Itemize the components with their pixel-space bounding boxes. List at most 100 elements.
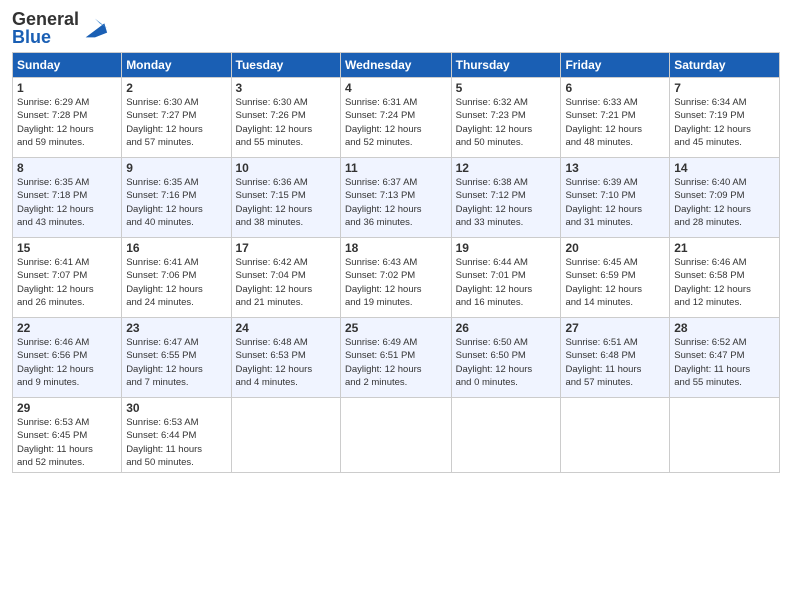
day-info: Sunrise: 6:30 AMSunset: 7:27 PMDaylight:…	[126, 96, 226, 149]
day-number: 21	[674, 241, 775, 255]
day-info: Sunrise: 6:39 AMSunset: 7:10 PMDaylight:…	[565, 176, 665, 229]
day-info: Sunrise: 6:31 AMSunset: 7:24 PMDaylight:…	[345, 96, 447, 149]
calendar-cell: 23Sunrise: 6:47 AMSunset: 6:55 PMDayligh…	[122, 318, 231, 398]
day-number: 16	[126, 241, 226, 255]
calendar-cell: 25Sunrise: 6:49 AMSunset: 6:51 PMDayligh…	[340, 318, 451, 398]
day-number: 17	[236, 241, 336, 255]
day-number: 29	[17, 401, 117, 415]
day-number: 18	[345, 241, 447, 255]
day-number: 23	[126, 321, 226, 335]
day-info: Sunrise: 6:36 AMSunset: 7:15 PMDaylight:…	[236, 176, 336, 229]
day-number: 22	[17, 321, 117, 335]
day-number: 9	[126, 161, 226, 175]
day-number: 15	[17, 241, 117, 255]
day-number: 27	[565, 321, 665, 335]
calendar-cell	[670, 398, 780, 473]
day-info: Sunrise: 6:52 AMSunset: 6:47 PMDaylight:…	[674, 336, 775, 389]
calendar-day-header: Thursday	[451, 53, 561, 78]
day-info: Sunrise: 6:32 AMSunset: 7:23 PMDaylight:…	[456, 96, 557, 149]
calendar-cell: 19Sunrise: 6:44 AMSunset: 7:01 PMDayligh…	[451, 238, 561, 318]
day-info: Sunrise: 6:46 AMSunset: 6:58 PMDaylight:…	[674, 256, 775, 309]
calendar-day-header: Sunday	[13, 53, 122, 78]
main-container: GeneralBlue SundayMondayTuesdayWednesday…	[0, 0, 792, 481]
day-number: 6	[565, 81, 665, 95]
day-info: Sunrise: 6:34 AMSunset: 7:19 PMDaylight:…	[674, 96, 775, 149]
calendar-day-header: Tuesday	[231, 53, 340, 78]
day-info: Sunrise: 6:49 AMSunset: 6:51 PMDaylight:…	[345, 336, 447, 389]
calendar-cell	[451, 398, 561, 473]
day-info: Sunrise: 6:35 AMSunset: 7:18 PMDaylight:…	[17, 176, 117, 229]
calendar-day-header: Monday	[122, 53, 231, 78]
day-info: Sunrise: 6:53 AMSunset: 6:44 PMDaylight:…	[126, 416, 226, 469]
calendar-table: SundayMondayTuesdayWednesdayThursdayFrid…	[12, 52, 780, 473]
day-number: 2	[126, 81, 226, 95]
day-info: Sunrise: 6:50 AMSunset: 6:50 PMDaylight:…	[456, 336, 557, 389]
calendar-cell: 20Sunrise: 6:45 AMSunset: 6:59 PMDayligh…	[561, 238, 670, 318]
calendar-cell: 5Sunrise: 6:32 AMSunset: 7:23 PMDaylight…	[451, 78, 561, 158]
calendar-cell: 24Sunrise: 6:48 AMSunset: 6:53 PMDayligh…	[231, 318, 340, 398]
day-info: Sunrise: 6:30 AMSunset: 7:26 PMDaylight:…	[236, 96, 336, 149]
day-number: 30	[126, 401, 226, 415]
calendar-cell: 16Sunrise: 6:41 AMSunset: 7:06 PMDayligh…	[122, 238, 231, 318]
day-info: Sunrise: 6:45 AMSunset: 6:59 PMDaylight:…	[565, 256, 665, 309]
day-info: Sunrise: 6:35 AMSunset: 7:16 PMDaylight:…	[126, 176, 226, 229]
day-info: Sunrise: 6:53 AMSunset: 6:45 PMDaylight:…	[17, 416, 117, 469]
day-number: 8	[17, 161, 117, 175]
calendar-day-header: Saturday	[670, 53, 780, 78]
calendar-cell: 14Sunrise: 6:40 AMSunset: 7:09 PMDayligh…	[670, 158, 780, 238]
calendar-cell: 8Sunrise: 6:35 AMSunset: 7:18 PMDaylight…	[13, 158, 122, 238]
calendar-cell: 17Sunrise: 6:42 AMSunset: 7:04 PMDayligh…	[231, 238, 340, 318]
day-info: Sunrise: 6:40 AMSunset: 7:09 PMDaylight:…	[674, 176, 775, 229]
calendar-cell: 6Sunrise: 6:33 AMSunset: 7:21 PMDaylight…	[561, 78, 670, 158]
calendar-cell	[231, 398, 340, 473]
day-info: Sunrise: 6:48 AMSunset: 6:53 PMDaylight:…	[236, 336, 336, 389]
day-info: Sunrise: 6:29 AMSunset: 7:28 PMDaylight:…	[17, 96, 117, 149]
calendar-cell: 2Sunrise: 6:30 AMSunset: 7:27 PMDaylight…	[122, 78, 231, 158]
calendar-cell: 4Sunrise: 6:31 AMSunset: 7:24 PMDaylight…	[340, 78, 451, 158]
day-info: Sunrise: 6:46 AMSunset: 6:56 PMDaylight:…	[17, 336, 117, 389]
calendar-cell: 28Sunrise: 6:52 AMSunset: 6:47 PMDayligh…	[670, 318, 780, 398]
calendar-cell: 7Sunrise: 6:34 AMSunset: 7:19 PMDaylight…	[670, 78, 780, 158]
day-number: 24	[236, 321, 336, 335]
calendar-cell: 9Sunrise: 6:35 AMSunset: 7:16 PMDaylight…	[122, 158, 231, 238]
day-info: Sunrise: 6:38 AMSunset: 7:12 PMDaylight:…	[456, 176, 557, 229]
day-number: 3	[236, 81, 336, 95]
calendar-cell: 10Sunrise: 6:36 AMSunset: 7:15 PMDayligh…	[231, 158, 340, 238]
day-number: 20	[565, 241, 665, 255]
calendar-cell	[340, 398, 451, 473]
day-number: 4	[345, 81, 447, 95]
calendar-cell: 22Sunrise: 6:46 AMSunset: 6:56 PMDayligh…	[13, 318, 122, 398]
header: GeneralBlue	[12, 10, 780, 46]
logo: GeneralBlue	[12, 10, 109, 46]
day-info: Sunrise: 6:47 AMSunset: 6:55 PMDaylight:…	[126, 336, 226, 389]
day-info: Sunrise: 6:51 AMSunset: 6:48 PMDaylight:…	[565, 336, 665, 389]
day-number: 1	[17, 81, 117, 95]
calendar-cell: 15Sunrise: 6:41 AMSunset: 7:07 PMDayligh…	[13, 238, 122, 318]
day-info: Sunrise: 6:43 AMSunset: 7:02 PMDaylight:…	[345, 256, 447, 309]
calendar-cell: 21Sunrise: 6:46 AMSunset: 6:58 PMDayligh…	[670, 238, 780, 318]
day-number: 19	[456, 241, 557, 255]
day-info: Sunrise: 6:33 AMSunset: 7:21 PMDaylight:…	[565, 96, 665, 149]
calendar-cell: 18Sunrise: 6:43 AMSunset: 7:02 PMDayligh…	[340, 238, 451, 318]
logo-text: GeneralBlue	[12, 10, 79, 46]
calendar-cell: 12Sunrise: 6:38 AMSunset: 7:12 PMDayligh…	[451, 158, 561, 238]
day-number: 25	[345, 321, 447, 335]
calendar-cell	[561, 398, 670, 473]
calendar-cell: 11Sunrise: 6:37 AMSunset: 7:13 PMDayligh…	[340, 158, 451, 238]
logo-general: General	[12, 10, 79, 28]
day-number: 12	[456, 161, 557, 175]
calendar-cell: 3Sunrise: 6:30 AMSunset: 7:26 PMDaylight…	[231, 78, 340, 158]
calendar-cell: 27Sunrise: 6:51 AMSunset: 6:48 PMDayligh…	[561, 318, 670, 398]
logo-blue: Blue	[12, 28, 79, 46]
day-number: 11	[345, 161, 447, 175]
calendar-cell: 13Sunrise: 6:39 AMSunset: 7:10 PMDayligh…	[561, 158, 670, 238]
day-number: 7	[674, 81, 775, 95]
day-number: 5	[456, 81, 557, 95]
calendar-cell: 29Sunrise: 6:53 AMSunset: 6:45 PMDayligh…	[13, 398, 122, 473]
day-number: 14	[674, 161, 775, 175]
calendar-day-header: Friday	[561, 53, 670, 78]
day-info: Sunrise: 6:41 AMSunset: 7:07 PMDaylight:…	[17, 256, 117, 309]
logo-icon	[81, 14, 109, 42]
day-number: 26	[456, 321, 557, 335]
calendar-cell: 30Sunrise: 6:53 AMSunset: 6:44 PMDayligh…	[122, 398, 231, 473]
